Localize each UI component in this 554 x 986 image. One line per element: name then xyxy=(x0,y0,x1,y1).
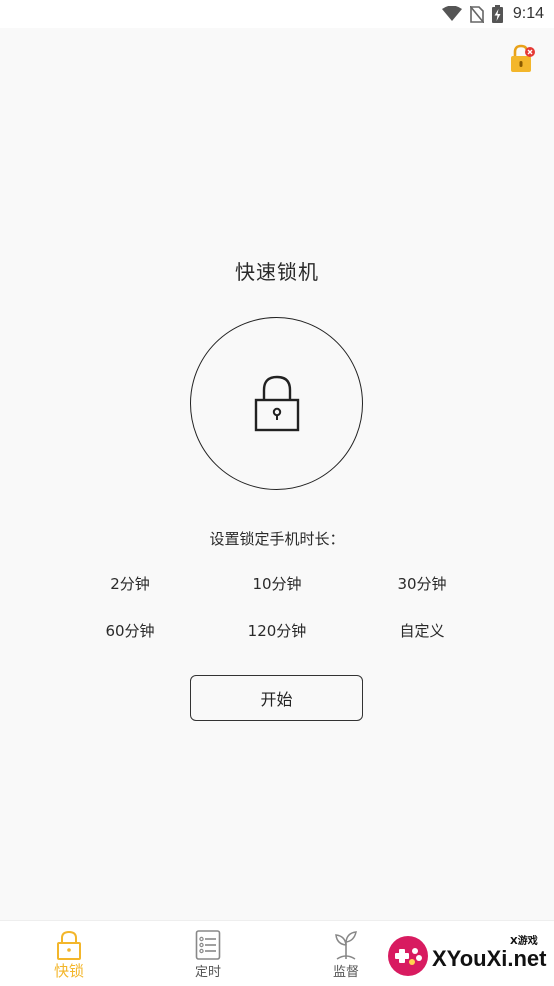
lock-unlocked-icon[interactable] xyxy=(510,44,536,74)
status-time: 9:14 xyxy=(512,5,544,22)
duration-option-30min[interactable]: 30分钟 xyxy=(362,573,482,594)
status-bar: 9:14 xyxy=(0,0,554,28)
duration-option-60min[interactable]: 60分钟 xyxy=(70,620,190,641)
wifi-icon xyxy=(441,6,462,21)
start-button[interactable]: 开始 xyxy=(190,675,363,721)
nav-label-timer: 定时 xyxy=(194,965,221,980)
duration-option-2min[interactable]: 2分钟 xyxy=(70,573,190,594)
nav-item-timer[interactable]: 定时 xyxy=(168,921,248,986)
nav-label-supervise: 监督 xyxy=(332,965,359,980)
battery-charging-icon xyxy=(491,5,503,23)
nav-label-quick-lock: 快锁 xyxy=(53,962,84,980)
watermark-small-text: X游戏 xyxy=(510,936,538,947)
duration-option-custom[interactable]: 自定义 xyxy=(362,620,482,641)
sprout-icon xyxy=(335,931,357,960)
no-sim-icon xyxy=(469,5,484,23)
nav-item-supervise[interactable]: 监督 xyxy=(306,921,386,986)
watermark-text: XYouXi.net xyxy=(432,946,547,971)
gamepad-logo-icon xyxy=(388,936,428,976)
duration-label: 设置锁定手机时长： xyxy=(209,530,345,548)
nav-item-quick-lock[interactable]: 快锁 xyxy=(29,921,109,986)
watermark: X游戏 XYouXi.net xyxy=(384,926,552,984)
duration-option-120min[interactable]: 120分钟 xyxy=(217,620,337,641)
padlock-icon xyxy=(57,930,81,960)
duration-option-10min[interactable]: 10分钟 xyxy=(217,573,337,594)
list-icon xyxy=(195,930,221,960)
page-title: 快速锁机 xyxy=(235,260,319,284)
status-icons: 9:14 xyxy=(441,4,544,24)
padlock-icon xyxy=(254,375,300,432)
